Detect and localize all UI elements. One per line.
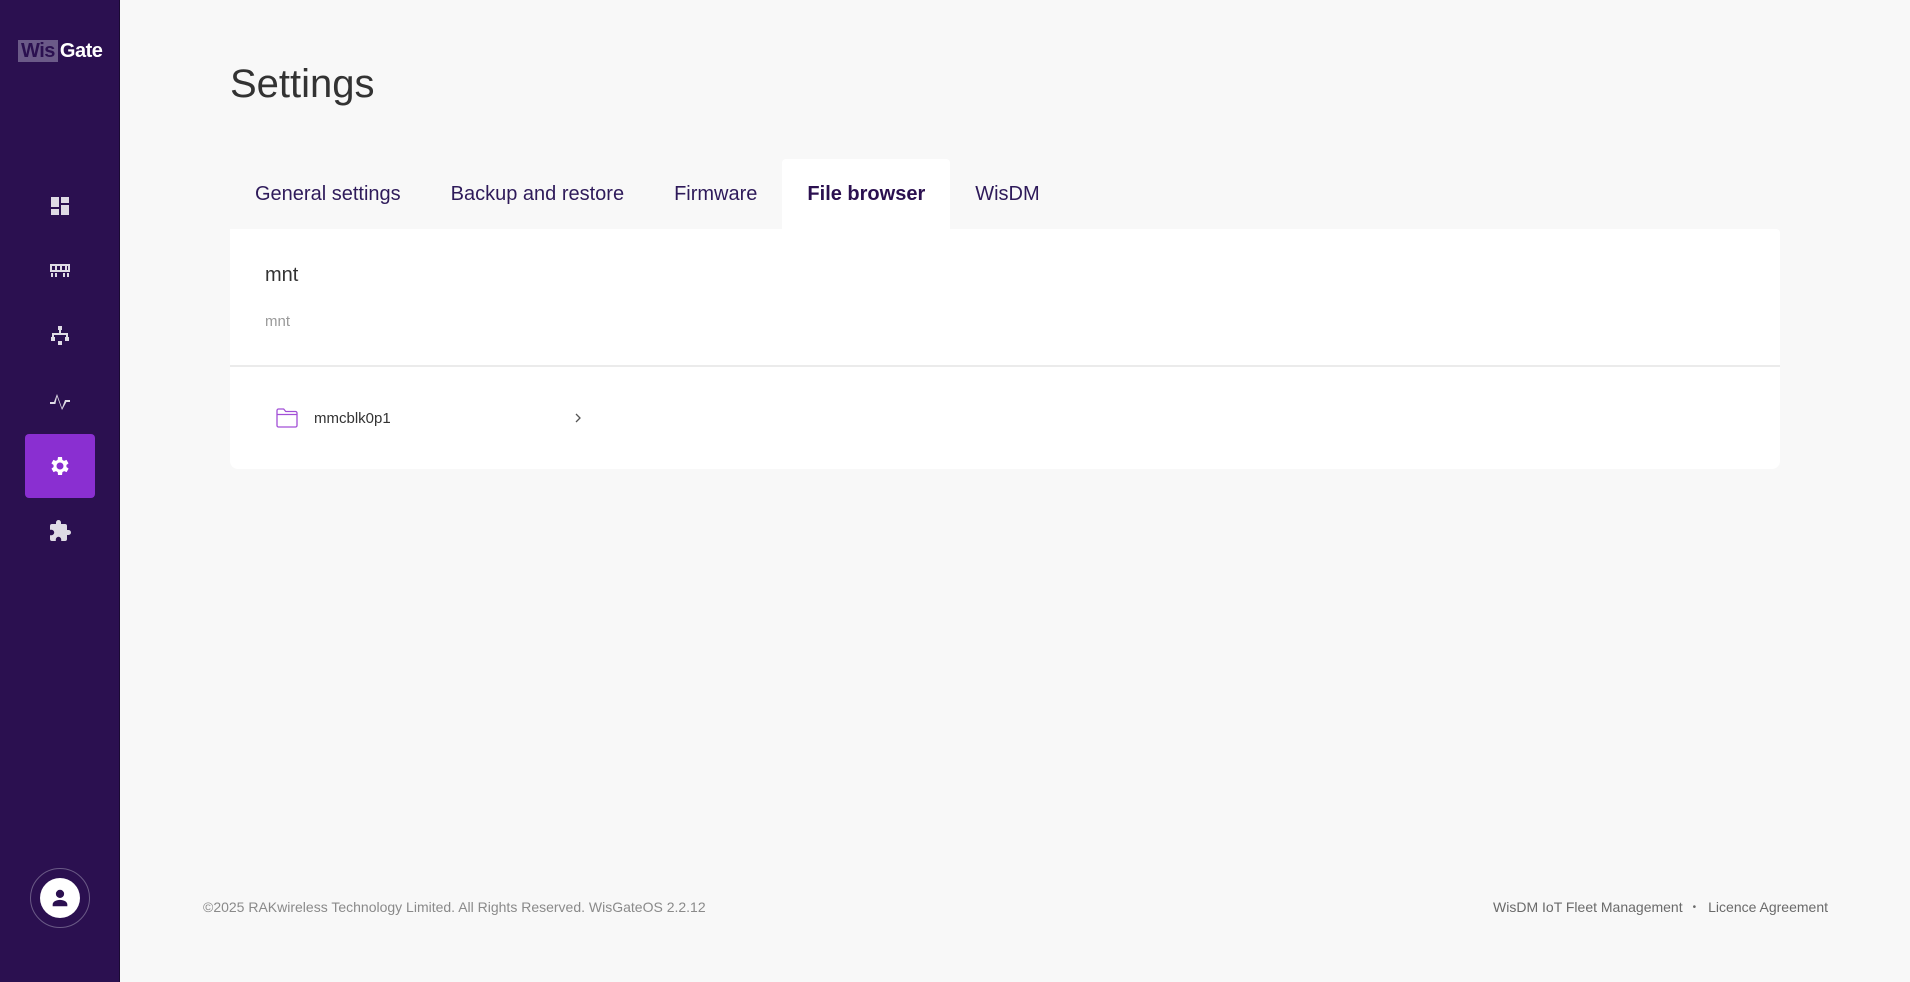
gear-icon bbox=[51, 457, 69, 475]
tab-general-settings[interactable]: General settings bbox=[230, 159, 426, 229]
sidebar-item-extensions[interactable] bbox=[25, 499, 95, 563]
breadcrumb[interactable]: mnt bbox=[265, 313, 290, 330]
sidebar-item-gateway[interactable] bbox=[25, 239, 95, 303]
app-root: Wis Gate Settings General settings Backu… bbox=[0, 0, 1910, 982]
sidebar-item-activity[interactable] bbox=[25, 369, 95, 433]
sidebar-item-network[interactable] bbox=[25, 304, 95, 368]
tab-wisdm[interactable]: WisDM bbox=[950, 159, 1064, 229]
chevron-right-icon bbox=[571, 409, 585, 427]
activity-icon bbox=[50, 394, 70, 410]
profile-button[interactable] bbox=[30, 868, 90, 928]
logo-wis-text: Wis bbox=[18, 40, 58, 62]
gateway-icon bbox=[50, 264, 70, 277]
footer-links: WisDM IoT Fleet Management • Licence Agr… bbox=[1493, 899, 1828, 915]
sidebar-item-dashboard[interactable] bbox=[25, 174, 95, 238]
logo-gate-text: Gate bbox=[59, 40, 103, 62]
folder-name: mmcblk0p1 bbox=[314, 409, 391, 427]
list-item[interactable]: mmcblk0p1 bbox=[275, 401, 585, 435]
tab-firmware[interactable]: Firmware bbox=[649, 159, 782, 229]
wisdm-link[interactable]: WisDM IoT Fleet Management bbox=[1493, 899, 1683, 915]
licence-agreement-link[interactable]: Licence Agreement bbox=[1708, 899, 1828, 915]
settings-tabs: General settings Backup and restore Firm… bbox=[230, 159, 1065, 229]
dashboard-icon bbox=[51, 197, 69, 215]
sidebar: Wis Gate bbox=[0, 0, 120, 982]
copyright-text: ©2025 RAKwireless Technology Limited. Al… bbox=[203, 899, 706, 915]
user-icon bbox=[52, 889, 68, 907]
page-title: Settings bbox=[230, 62, 375, 106]
tab-backup-and-restore[interactable]: Backup and restore bbox=[426, 159, 649, 229]
wisgate-logo[interactable]: Wis Gate bbox=[18, 40, 103, 62]
footer-separator: • bbox=[1692, 901, 1697, 913]
file-browser-header: mnt mnt bbox=[230, 229, 1780, 367]
puzzle-icon bbox=[50, 520, 71, 541]
network-icon bbox=[51, 326, 69, 345]
avatar bbox=[40, 878, 80, 918]
sidebar-item-settings[interactable] bbox=[25, 434, 95, 498]
folder-icon bbox=[275, 406, 299, 430]
tab-file-browser[interactable]: File browser bbox=[782, 159, 951, 229]
current-directory-title: mnt bbox=[265, 264, 299, 286]
file-browser-panel: mnt mnt mmcblk0p1 bbox=[230, 229, 1780, 469]
